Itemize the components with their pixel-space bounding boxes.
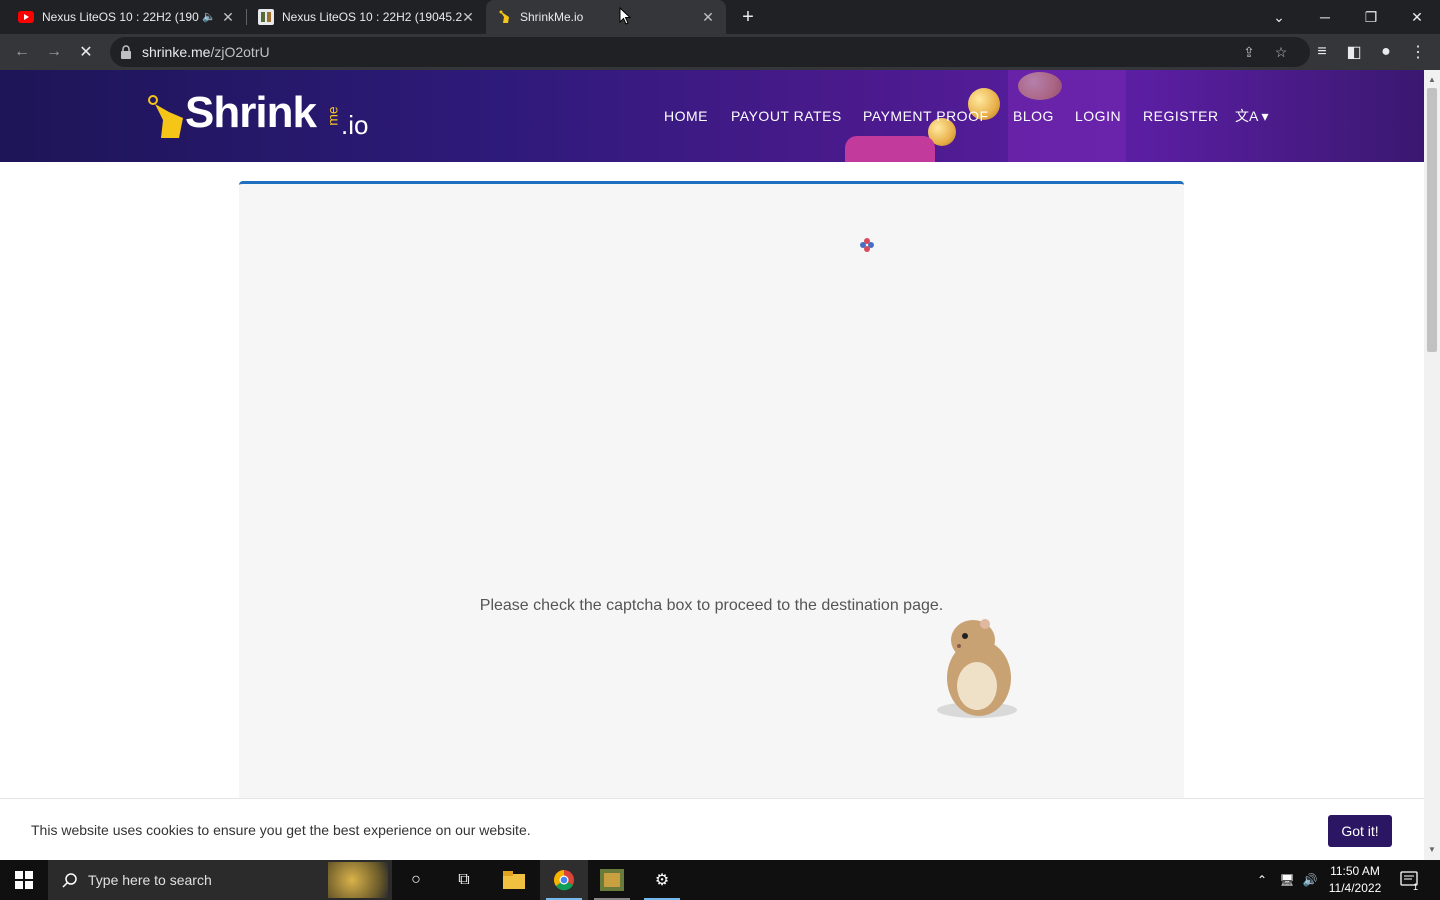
chrome-taskbar-icon[interactable] — [540, 860, 588, 900]
hamster-image — [937, 619, 1017, 718]
notification-count-badge: 1 — [1412, 882, 1418, 892]
cookie-accept-button[interactable]: Got it! — [1328, 815, 1392, 847]
clock-date: 11/4/2022 — [1328, 881, 1382, 895]
settings-gear-icon[interactable]: ⚙ — [638, 860, 686, 900]
nav-payment-proof[interactable]: PAYMENT PROOF — [863, 108, 989, 124]
search-icon — [62, 873, 77, 888]
media-control-icon[interactable]: ≡ — [1308, 38, 1336, 66]
translate-icon[interactable]: 文A ▾ — [1235, 106, 1275, 126]
site-header: Shrink me .io HOME PAYOUT RATES PAYMENT … — [0, 70, 1424, 162]
tab-close-icon[interactable]: ✕ — [700, 9, 716, 25]
bookmark-star-icon[interactable]: ☆ — [1272, 43, 1290, 61]
windows-logo-icon — [15, 871, 33, 889]
cookie-text: This website uses cookies to ensure you … — [31, 822, 531, 838]
youtube-icon — [18, 9, 34, 25]
share-icon[interactable]: ⇪ — [1240, 43, 1258, 61]
address-bar[interactable]: shrinke.me/zjO2otrU ⇪ ☆ — [110, 37, 1310, 67]
nav-blog[interactable]: BLOG — [1013, 108, 1054, 124]
search-highlight-image — [328, 862, 388, 898]
logo-wordmark: Shrink — [185, 88, 317, 137]
stop-loading-button[interactable]: ✕ — [72, 38, 100, 66]
url-text: shrinke.me/zjO2otrU — [142, 44, 270, 60]
tab-close-icon[interactable]: ✕ — [220, 9, 236, 25]
notification-center-icon[interactable]: 1 — [1394, 860, 1424, 900]
scroll-down-icon[interactable]: ▼ — [1424, 842, 1440, 858]
restore-button[interactable]: ❐ — [1348, 0, 1394, 34]
nav-home[interactable]: HOME — [664, 108, 708, 124]
game-app-icon[interactable] — [588, 860, 636, 900]
tab-strip: Nexus LiteOS 10 : 22H2 (190 🔈 ✕ Nexus Li… — [0, 0, 1440, 34]
task-view-icon[interactable]: ⧉ — [440, 860, 488, 900]
tab-youtube[interactable]: Nexus LiteOS 10 : 22H2 (190 🔈 ✕ — [8, 0, 246, 34]
scroll-up-icon[interactable]: ▲ — [1424, 72, 1440, 88]
clock-time: 11:50 AM — [1330, 864, 1380, 878]
shrinkme-icon — [496, 9, 512, 25]
volume-icon[interactable]: 🔊 — [1300, 860, 1320, 900]
logo-io: .io — [341, 110, 369, 140]
cortana-icon[interactable]: ○ — [392, 860, 440, 900]
tab-title: Nexus LiteOS 10 : 22H2 (19045.2 — [282, 10, 463, 24]
file-explorer-icon[interactable] — [490, 860, 538, 900]
start-button[interactable] — [0, 860, 48, 900]
network-icon[interactable]: 🖥 — [1276, 860, 1298, 900]
show-hidden-icons-chevron-icon[interactable]: ⌃ — [1252, 860, 1272, 900]
nav-login[interactable]: LOGIN — [1075, 108, 1121, 124]
minimize-button[interactable]: ─ — [1302, 0, 1348, 34]
captcha-message: Please check the captcha box to proceed … — [479, 597, 944, 614]
tab-close-icon[interactable]: ✕ — [460, 9, 476, 25]
forward-button[interactable]: → — [40, 38, 68, 66]
profile-icon[interactable]: ● — [1372, 38, 1400, 66]
site-logo[interactable]: Shrink me .io — [145, 82, 375, 144]
tab-title: ShrinkMe.io — [520, 10, 584, 24]
loading-spinner-icon — [860, 238, 874, 252]
page-scrollbar[interactable]: ▲ ▼ — [1424, 70, 1440, 860]
new-tab-button[interactable]: + — [736, 5, 760, 29]
nav-payout-rates[interactable]: PAYOUT RATES — [731, 108, 842, 124]
menu-kebab-icon[interactable]: ⋮ — [1404, 38, 1432, 66]
browser-toolbar: ← → ✕ shrinke.me/zjO2otrU ⇪ ☆ ≡ ◧ ● ⋮ — [0, 34, 1440, 70]
back-button[interactable]: ← — [8, 38, 36, 66]
hand-logo-icon — [148, 95, 183, 138]
lock-icon — [121, 45, 131, 59]
tab-search-icon[interactable]: ⌄ — [1256, 0, 1302, 34]
tab-shrinkme[interactable]: ShrinkMe.io ✕ — [486, 0, 726, 34]
logo-me: me — [324, 106, 341, 126]
taskbar-clock[interactable]: 11:50 AM 11/4/2022 — [1322, 863, 1388, 897]
taskbar-search-box[interactable]: Type here to search — [48, 860, 392, 900]
site-icon — [258, 9, 274, 25]
content-card: Please check the captcha box to proceed … — [239, 181, 1184, 860]
web-page: Shrink me .io HOME PAYOUT RATES PAYMENT … — [0, 70, 1424, 860]
tab-divider — [246, 9, 247, 25]
close-window-button[interactable]: ✕ — [1394, 0, 1440, 34]
wallet-decoration — [845, 136, 935, 162]
search-placeholder: Type here to search — [88, 872, 212, 888]
cookie-banner: This website uses cookies to ensure you … — [0, 798, 1424, 860]
tab-nexus[interactable]: Nexus LiteOS 10 : 22H2 (19045.2 ✕ — [248, 0, 486, 34]
mouse-cursor-icon — [619, 7, 631, 25]
windows-taskbar: Type here to search ○ ⧉ ⚙ ⌃ 🖥 🔊 11:50 AM… — [0, 860, 1440, 900]
nav-register[interactable]: REGISTER — [1143, 108, 1219, 124]
speaker-muted-icon[interactable]: 🔈 — [202, 10, 216, 23]
scrollbar-thumb[interactable] — [1427, 88, 1437, 352]
side-panel-icon[interactable]: ◧ — [1340, 38, 1368, 66]
